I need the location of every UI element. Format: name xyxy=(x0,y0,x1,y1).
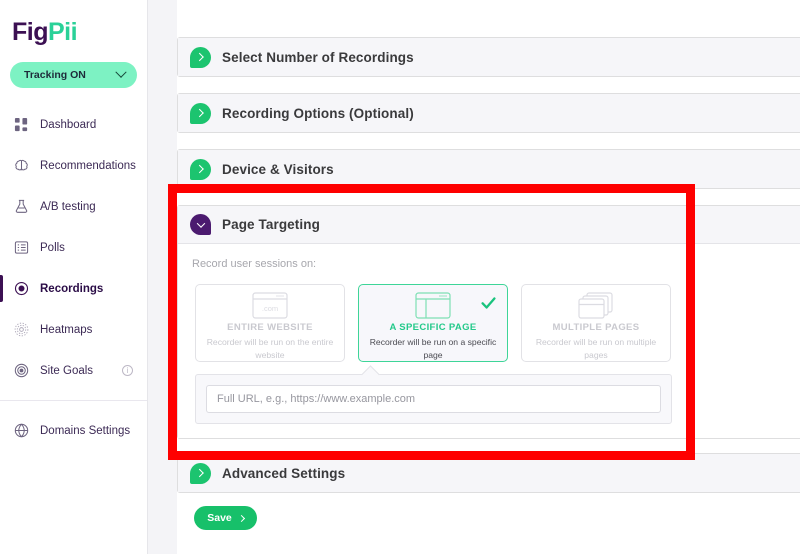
page-targeting-body: Record user sessions on: .com ENTIRE WEB… xyxy=(178,244,800,438)
accordion-header[interactable]: Advanced Settings xyxy=(178,454,800,492)
targeting-option-cards: .com ENTIRE WEBSITE Recorder will be run… xyxy=(178,284,800,362)
sidebar-item-heatmaps[interactable]: Heatmaps xyxy=(0,309,147,350)
save-button-label: Save xyxy=(207,512,232,524)
record-dot-icon xyxy=(13,280,30,297)
logo-pii-text: Pii xyxy=(48,18,78,46)
option-card-a-specific-page[interactable]: A SPECIFIC PAGE Recorder will be run on … xyxy=(358,284,508,362)
logo-fig-text: Fig xyxy=(12,18,49,46)
option-card-entire-website[interactable]: .com ENTIRE WEBSITE Recorder will be run… xyxy=(195,284,345,362)
chevron-right-bubble-icon xyxy=(190,102,211,124)
main-content: Select Number of Recordings Recording Op… xyxy=(177,0,800,554)
sidebar-item-domains-settings[interactable]: Domains Settings xyxy=(0,410,147,451)
chevron-down-icon xyxy=(115,66,127,78)
sidebar-item-label: A/B testing xyxy=(40,200,96,213)
checkmark-icon xyxy=(481,296,496,314)
sidebar: FigPii Tracking ON Dashboard Recommendat… xyxy=(0,0,148,554)
accordion-title: Device & Visitors xyxy=(222,161,334,177)
sidebar-nav: Dashboard Recommendations A/B testing Po… xyxy=(0,104,147,451)
sidebar-item-label: Heatmaps xyxy=(40,323,93,336)
dashboard-grid-icon xyxy=(13,116,30,133)
heatmap-icon xyxy=(13,321,30,338)
accordion-title: Advanced Settings xyxy=(222,465,346,481)
settings-panels: Select Number of Recordings Recording Op… xyxy=(177,0,800,530)
browser-sidebar-icon xyxy=(415,291,451,320)
globe-icon xyxy=(13,422,30,439)
accordion-page-targeting[interactable]: Page Targeting Record user sessions on: xyxy=(177,205,800,439)
accordion-header[interactable]: Select Number of Recordings xyxy=(178,38,800,76)
accordion-header[interactable]: Page Targeting xyxy=(178,206,800,244)
sidebar-item-site-goals[interactable]: Site Goals i xyxy=(0,350,147,391)
sidebar-item-label: Dashboard xyxy=(40,118,97,131)
option-card-title: MULTIPLE PAGES xyxy=(552,322,640,334)
brain-icon xyxy=(13,157,30,174)
chevron-right-bubble-icon xyxy=(190,462,211,484)
chevron-right-bubble-icon xyxy=(190,46,211,68)
poll-list-icon xyxy=(13,239,30,256)
accordion-header[interactable]: Device & Visitors xyxy=(178,150,800,188)
save-button[interactable]: Save xyxy=(194,506,257,530)
option-card-description: Recorder will be run on the entire websi… xyxy=(206,337,334,360)
record-sessions-label: Record user sessions on: xyxy=(192,258,317,270)
tracking-toggle-button[interactable]: Tracking ON xyxy=(10,62,137,88)
svg-text:.com: .com xyxy=(262,304,278,313)
accordion-title: Recording Options (Optional) xyxy=(222,105,414,121)
accordion-select-number-of-recordings[interactable]: Select Number of Recordings xyxy=(177,37,800,77)
accordion-header[interactable]: Recording Options (Optional) xyxy=(178,94,800,132)
accordion-advanced-settings[interactable]: Advanced Settings xyxy=(177,453,800,493)
stacked-windows-icon xyxy=(578,291,614,320)
option-card-description: Recorder will be run on multiple pages xyxy=(535,337,657,360)
sidebar-item-polls[interactable]: Polls xyxy=(0,227,147,268)
accordion-title: Page Targeting xyxy=(222,217,320,232)
sidebar-item-dashboard[interactable]: Dashboard xyxy=(0,104,147,145)
browser-dotcom-icon: .com xyxy=(252,291,288,320)
url-input-panel xyxy=(195,374,672,424)
flask-icon xyxy=(13,198,30,215)
option-card-title: A SPECIFIC PAGE xyxy=(389,322,477,334)
target-icon xyxy=(13,362,30,379)
option-card-title: ENTIRE WEBSITE xyxy=(227,322,313,334)
accordion-device-and-visitors[interactable]: Device & Visitors xyxy=(177,149,800,189)
sidebar-item-label: Polls xyxy=(40,241,65,254)
tracking-toggle-label: Tracking ON xyxy=(24,69,86,81)
app-root: FigPii Tracking ON Dashboard Recommendat… xyxy=(0,0,800,554)
sidebar-item-recordings[interactable]: Recordings xyxy=(0,268,147,309)
chevron-right-icon xyxy=(237,514,245,522)
sidebar-item-label: Recommendations xyxy=(40,159,136,172)
sidebar-divider xyxy=(0,400,147,401)
content-gutter xyxy=(148,0,177,554)
url-input[interactable] xyxy=(206,385,661,413)
sidebar-item-label: Recordings xyxy=(40,282,104,295)
option-card-multiple-pages[interactable]: MULTIPLE PAGES Recorder will be run on m… xyxy=(521,284,671,362)
figpii-logo[interactable]: FigPii xyxy=(0,0,147,45)
sidebar-item-recommendations[interactable]: Recommendations xyxy=(0,145,147,186)
info-circle-icon[interactable]: i xyxy=(122,365,133,376)
option-card-description: Recorder will be run on a specific page xyxy=(369,337,497,360)
accordion-recording-options[interactable]: Recording Options (Optional) xyxy=(177,93,800,133)
accordion-title: Select Number of Recordings xyxy=(222,49,414,65)
sidebar-item-label: Site Goals xyxy=(40,364,94,377)
sidebar-item-label: Domains Settings xyxy=(40,424,131,437)
sidebar-item-ab-testing[interactable]: A/B testing xyxy=(0,186,147,227)
chevron-down-bubble-icon xyxy=(190,214,211,235)
chevron-right-bubble-icon xyxy=(190,158,211,180)
